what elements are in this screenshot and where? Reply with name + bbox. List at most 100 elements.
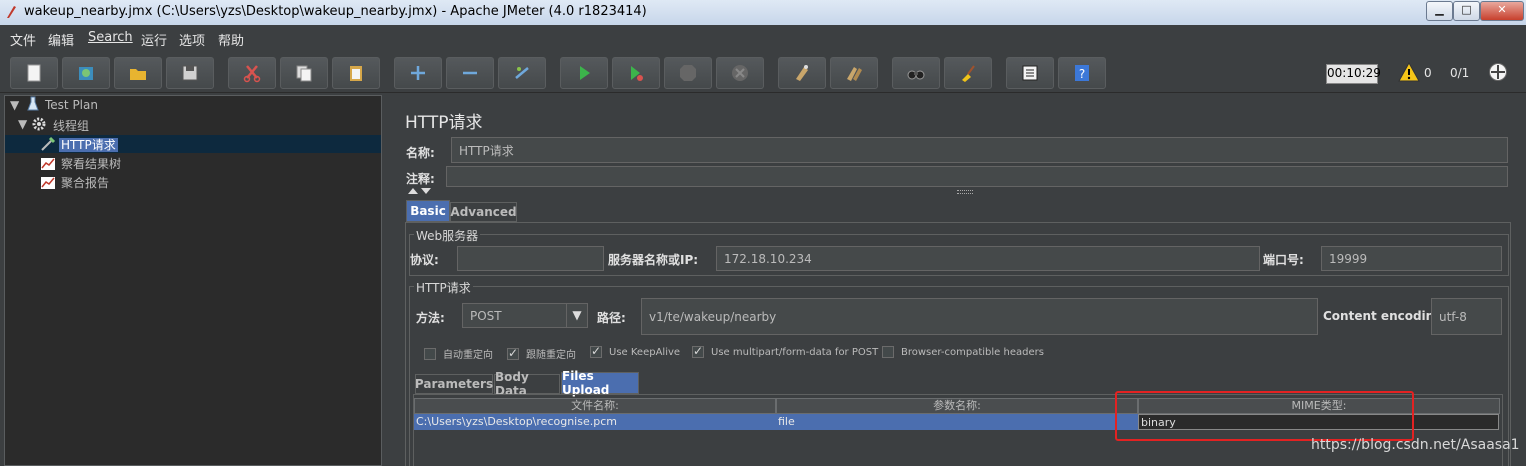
chevron-down-icon[interactable]: ▼ [566,304,587,327]
method-select[interactable]: POST ▼ [462,303,588,328]
port-field[interactable]: 19999 [1321,246,1502,271]
checkbox-box [882,346,894,358]
table-cell-file-path[interactable]: C:\Users\yzs\Desktop\recognise.pcm [414,414,776,430]
expand-icon [411,66,425,80]
tree-node-view-results-tree[interactable]: 察看结果树 [61,155,121,172]
checkbox-box [424,347,436,360]
path-field[interactable]: v1/te/wakeup/nearby [641,298,1318,335]
protocol-label: 协议: [410,253,439,267]
help-button[interactable]: ? [1058,57,1106,89]
new-icon [27,64,41,82]
stop-button[interactable] [664,57,712,89]
function-helper-icon [1022,65,1038,81]
table-header-file-name[interactable]: 文件名称: [414,398,776,414]
method-select-value: POST [470,308,502,323]
clear-all-icon [847,67,862,81]
minimize-button[interactable]: ▁ [1426,1,1453,21]
paste-button[interactable] [332,57,380,89]
server-name-label: 服务器名称或IP: [608,253,699,267]
port-label: 端口号: [1263,253,1304,267]
browser-headers-checkbox[interactable]: Browser-compatible headers [882,346,1044,358]
split-pane-divider[interactable] [383,95,392,466]
menu-options[interactable]: 选项 [179,30,205,49]
open-button[interactable] [114,57,162,89]
menu-search[interactable]: Search [88,30,133,45]
tree-node-http-request-label: HTTP请求 [59,138,118,152]
remote-engines-icon[interactable] [1488,62,1508,82]
cut-icon [243,65,261,83]
expand-button[interactable] [394,57,442,89]
name-field[interactable]: HTTP请求 [451,137,1508,163]
menu-edit[interactable]: 编辑 [48,30,74,49]
server-name-field[interactable]: 172.18.10.234 [716,246,1260,271]
toggle-button[interactable] [498,57,546,89]
new-button[interactable] [10,57,58,89]
tab-advanced[interactable]: Advanced [450,202,517,222]
checkbox-label: Browser-compatible headers [901,346,1044,358]
tree-toggle-threadgroup[interactable]: ▼ [18,117,27,131]
menu-file[interactable]: 文件 [10,30,36,49]
clear-button[interactable] [778,57,826,89]
path-label: 路径: [597,311,626,325]
table-header-param-name[interactable]: 参数名称: [776,398,1138,414]
templates-icon [79,67,93,80]
collapse-icon [463,71,477,75]
follow-redirects-checkbox[interactable]: 跟随重定向 [507,346,576,361]
start-button[interactable] [560,57,608,89]
multipart-checkbox[interactable]: Use multipart/form-data for POST [692,344,878,358]
maximize-button[interactable]: □ [1453,1,1480,21]
shutdown-button[interactable] [716,57,764,89]
checkbox-box [590,344,602,358]
menu-run[interactable]: 运行 [141,30,167,49]
cut-button[interactable] [228,57,276,89]
checkbox-label: 跟随重定向 [526,350,576,361]
tree-toggle-testplan[interactable]: ▼ [10,98,19,112]
search-button[interactable] [892,57,940,89]
collapse-button[interactable] [446,57,494,89]
table-cell-param-name[interactable]: file [776,414,1138,430]
collapse-arrows-icon[interactable] [407,187,433,195]
tab-files-upload[interactable]: Files Upload [561,369,639,397]
content-encoding-field[interactable]: utf-8 [1431,298,1502,335]
tree-node-http-request[interactable]: HTTP请求 [59,136,118,153]
checkbox-box [692,344,704,358]
watermark-text: https://blog.csdn.net/Asaasa1 [1311,437,1520,453]
tree-node-test-plan[interactable]: Test Plan [45,98,98,112]
active-threads-count: 0/1 [1450,66,1470,80]
close-button[interactable]: ✕ [1480,1,1524,21]
elapsed-timer: 00:10:29 [1326,64,1381,84]
templates-button[interactable] [62,57,110,89]
warning-icon[interactable] [1398,62,1420,82]
copy-button[interactable] [280,57,328,89]
warning-count: 0 [1424,66,1432,80]
redirect-auto-checkbox[interactable]: 自动重定向 [424,346,493,361]
tree-node-thread-group[interactable]: 线程组 [53,117,89,134]
toolbar: ? 00:10:29 0 0/1 [0,51,1526,93]
comment-field[interactable] [446,166,1508,187]
clear-all-button[interactable] [830,57,878,89]
svg-text:?: ? [1079,67,1085,81]
checkbox-label: 自动重定向 [443,350,493,361]
protocol-field[interactable] [457,246,604,271]
start-no-pause-icon [631,66,643,81]
window-title-bar: wakeup_nearby.jmx (C:\Users\yzs\Desktop\… [0,0,1526,25]
function-helper-button[interactable] [1006,57,1054,89]
tab-body-data[interactable]: Body Data [494,370,560,398]
tree-node-aggregate-report[interactable]: 聚合报告 [61,174,109,191]
reset-search-button[interactable] [944,57,992,89]
jmeter-feather-icon [7,6,16,18]
http-request-group-title: HTTP请求 [414,279,473,296]
toggle-icon [515,67,529,79]
resize-grip[interactable] [957,190,973,194]
reset-search-icon [962,65,975,82]
tab-parameters[interactable]: Parameters [415,374,493,394]
method-label: 方法: [416,311,445,325]
menu-help[interactable]: 帮助 [218,30,244,49]
save-button[interactable] [166,57,214,89]
start-no-pause-button[interactable] [612,57,660,89]
name-label: 名称: [406,146,435,160]
keepalive-checkbox[interactable]: Use KeepAlive [590,344,680,358]
clear-icon [796,65,808,81]
tab-basic[interactable]: Basic [406,200,450,222]
window-title: wakeup_nearby.jmx (C:\Users\yzs\Desktop\… [24,4,647,19]
